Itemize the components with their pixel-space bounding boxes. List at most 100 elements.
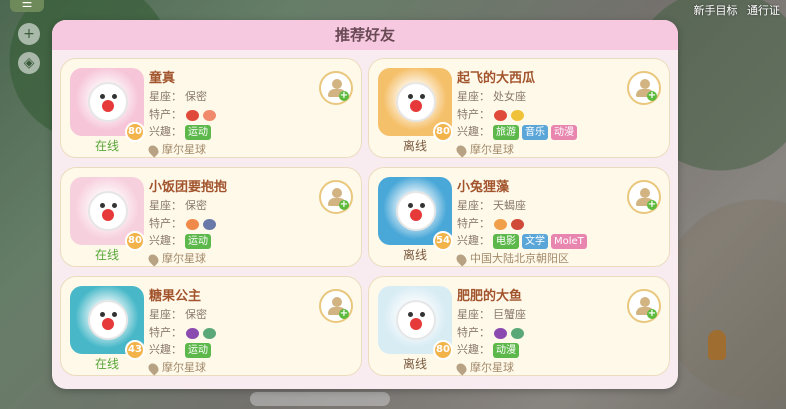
specialty-item-icon xyxy=(186,218,199,230)
eye-icon xyxy=(112,94,117,99)
online-status: 在线 xyxy=(94,248,119,262)
eye-icon xyxy=(100,94,105,99)
interest-tag: 动漫 xyxy=(493,342,519,358)
location-text: 摩尔星球 xyxy=(470,361,514,374)
location-pin-icon xyxy=(454,360,469,376)
friend-card[interactable]: 80 在线 小饭团要抱抱 星座： 保密 特产： 兴趣： 运动 摩尔星球 + xyxy=(60,167,362,267)
specialty-row: 特产： xyxy=(149,324,216,340)
location-text: 摩尔星球 xyxy=(162,143,206,156)
specialty-item-icon xyxy=(511,109,524,121)
location-pin-icon xyxy=(146,251,161,267)
eye-icon xyxy=(112,312,117,317)
interest-row: 兴趣： 动漫 xyxy=(457,341,519,358)
specialty-item-icon xyxy=(203,327,216,339)
online-status: 离线 xyxy=(402,248,427,262)
location-pin-icon xyxy=(454,142,469,158)
constellation-label: 星座： xyxy=(149,90,182,103)
constellation-label: 星座： xyxy=(457,199,490,212)
friend-card[interactable]: 80 离线 起飞的大西瓜 星座： 处女座 特产： 兴趣： 旅游 音乐 动漫 摩尔星球 + xyxy=(368,58,670,158)
interest-tag: 文学 xyxy=(522,233,548,249)
add-friend-button[interactable]: + xyxy=(627,289,661,323)
specialty-label: 特产： xyxy=(149,108,182,121)
interest-tag: 电影 xyxy=(493,233,519,249)
specialty-item-icon xyxy=(511,218,524,230)
hud-top-right: 新手目标 通行证 xyxy=(688,2,781,18)
interest-label: 兴趣： xyxy=(457,125,490,138)
interest-tag: 运动 xyxy=(185,233,211,249)
specialty-item-icon xyxy=(494,218,507,230)
friend-card[interactable]: 54 离线 小兔狸藻 星座： 天蝎座 特产： 兴趣： 电影 文学 MoleT 中国大陆北京朝阳区 + xyxy=(368,167,670,267)
constellation-row: 星座： 处女座 xyxy=(457,88,526,104)
constellation-value: 处女座 xyxy=(493,90,526,103)
interest-row: 兴趣： 运动 xyxy=(149,341,211,358)
location: 摩尔星球 xyxy=(146,141,206,158)
red-nose-icon xyxy=(410,209,422,221)
add-friend-button[interactable]: + xyxy=(627,180,661,214)
compass-icon[interactable]: ◈ xyxy=(18,52,40,74)
friend-card[interactable]: 43 在线 糖果公主 星座： 保密 特产： 兴趣： 运动 摩尔星球 + xyxy=(60,276,362,376)
specialty-item-icon xyxy=(203,218,216,230)
friend-name: 小兔狸藻 xyxy=(457,180,510,195)
interest-label: 兴趣： xyxy=(149,343,182,356)
specialty-row: 特产： xyxy=(457,215,524,231)
friend-name: 小饭团要抱抱 xyxy=(149,180,228,195)
location-pin-icon xyxy=(146,142,161,158)
location: 摩尔星球 xyxy=(146,359,206,376)
add-friend-button[interactable]: + xyxy=(319,180,353,214)
specialty-label: 特产： xyxy=(457,326,490,339)
person-icon xyxy=(332,297,342,307)
plus-icon: + xyxy=(647,308,657,319)
eye-icon xyxy=(420,312,425,317)
specialty-row: 特产： xyxy=(457,324,524,340)
interest-row: 兴趣： 运动 xyxy=(149,232,211,249)
pass-link[interactable]: 通行证 xyxy=(747,4,780,17)
specialty-label: 特产： xyxy=(149,326,182,339)
red-nose-icon xyxy=(102,318,114,330)
add-friend-button[interactable]: + xyxy=(627,71,661,105)
location: 摩尔星球 xyxy=(454,141,514,158)
friend-name: 童真 xyxy=(149,71,176,86)
specialty-item-icon xyxy=(186,109,199,121)
person-icon xyxy=(640,297,650,307)
specialty-item-icon xyxy=(186,327,199,339)
eye-icon xyxy=(112,203,117,208)
constellation-value: 保密 xyxy=(185,90,207,103)
beginner-goals-link[interactable]: 新手目标 xyxy=(694,4,738,17)
plus-icon: + xyxy=(339,199,349,210)
interest-row: 兴趣： 电影 文学 MoleT xyxy=(457,232,587,249)
eye-icon xyxy=(408,312,413,317)
plus-icon: + xyxy=(339,90,349,101)
location-text: 摩尔星球 xyxy=(162,252,206,265)
constellation-row: 星座： 天蝎座 xyxy=(457,197,526,213)
plus-icon[interactable]: + xyxy=(18,23,40,45)
recommended-friends-panel: 推荐好友 80 在线 童真 星座： 保密 特产： 兴趣： 运动 摩尔星球 +80 离线 起飞的大西瓜星… xyxy=(52,20,678,389)
eye-icon xyxy=(100,312,105,317)
online-status: 离线 xyxy=(402,139,427,153)
menu-icon[interactable]: ☰ xyxy=(10,0,44,12)
interest-tag: 运动 xyxy=(185,342,211,358)
red-nose-icon xyxy=(410,318,422,330)
interest-row: 兴趣： 运动 xyxy=(149,123,211,140)
constellation-value: 天蝎座 xyxy=(493,199,526,212)
constellation-label: 星座： xyxy=(457,90,490,103)
plus-icon: + xyxy=(339,308,349,319)
add-friend-button[interactable]: + xyxy=(319,71,353,105)
location: 摩尔星球 xyxy=(146,250,206,267)
person-icon xyxy=(332,79,342,89)
person-icon xyxy=(332,188,342,198)
online-status: 在线 xyxy=(94,357,119,371)
interest-label: 兴趣： xyxy=(457,234,490,247)
interest-label: 兴趣： xyxy=(149,234,182,247)
interest-tag: 音乐 xyxy=(522,124,548,140)
specialty-label: 特产： xyxy=(457,217,490,230)
friend-name: 糖果公主 xyxy=(149,289,202,304)
friend-card[interactable]: 80 在线 童真 星座： 保密 特产： 兴趣： 运动 摩尔星球 + xyxy=(60,58,362,158)
interest-tag: 动漫 xyxy=(551,124,577,140)
add-friend-button[interactable]: + xyxy=(319,289,353,323)
friend-name: 肥肥的大鱼 xyxy=(457,289,523,304)
panel-title: 推荐好友 xyxy=(52,20,678,50)
friend-name: 起飞的大西瓜 xyxy=(457,71,536,86)
eye-icon xyxy=(420,94,425,99)
friend-card[interactable]: 80 离线 肥肥的大鱼 星座： 巨蟹座 特产： 兴趣： 动漫 摩尔星球 + xyxy=(368,276,670,376)
interest-label: 兴趣： xyxy=(457,343,490,356)
